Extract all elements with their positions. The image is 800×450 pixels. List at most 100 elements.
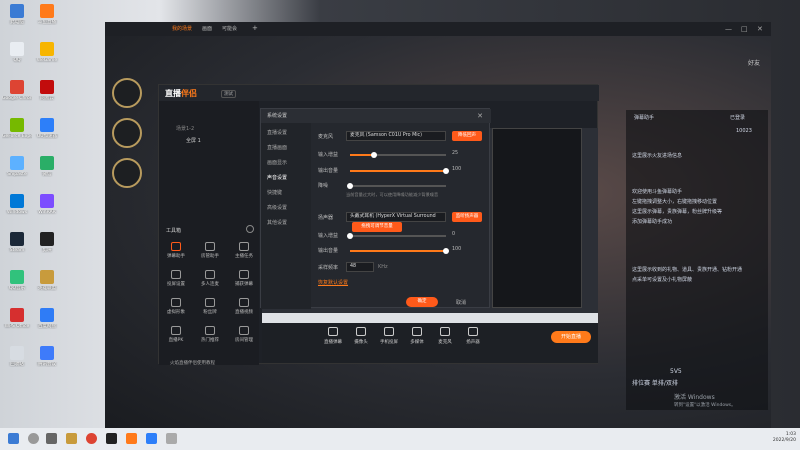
monitor-speaker-button[interactable]: 监听扬声器 <box>452 212 482 222</box>
system-clock[interactable]: 1:03 2022/9/20 <box>773 432 796 444</box>
settings-nav-item[interactable]: 声音设置 <box>267 174 287 181</box>
desktop-icon[interactable]: Google Chrome <box>2 80 32 114</box>
slider-knob[interactable] <box>443 248 449 254</box>
app-taskbar-icon[interactable] <box>106 433 117 444</box>
tool-11[interactable]: 房间管理 <box>230 326 258 350</box>
scene-item[interactable]: 全屏 1 <box>186 137 201 144</box>
tool-label: 投屏设置 <box>167 282 185 287</box>
desktop-icon[interactable]: GeForce Experience <box>2 118 32 152</box>
speaker-input-slider[interactable] <box>347 233 446 239</box>
reset-defaults-link[interactable]: 恢复默认设置 <box>318 279 348 286</box>
settings-nav-item[interactable]: 高级设置 <box>267 204 287 211</box>
tab-other[interactable]: 可能会 <box>222 25 237 32</box>
desktop-icon[interactable]: 斗鱼直播 <box>32 4 62 38</box>
lol-store-icon[interactable] <box>112 158 142 188</box>
tool-10[interactable]: 热门推荐 <box>196 326 224 350</box>
search-icon[interactable] <box>28 433 39 444</box>
desktop-icon[interactable]: Steam <box>2 232 32 266</box>
scene-item[interactable]: 场景1-2 <box>176 125 194 132</box>
online-count: 10023 <box>736 128 752 134</box>
noise-slider[interactable] <box>347 183 446 189</box>
maximize-button[interactable]: □ <box>741 25 748 33</box>
speaker-select[interactable]: 头戴式耳机 (HyperX Virtual Surround <box>346 212 446 222</box>
tool-2[interactable]: 主播任务 <box>230 242 258 266</box>
speaker-output-slider[interactable] <box>350 248 449 254</box>
sample-rate-select[interactable]: 48 <box>346 262 374 272</box>
ok-button[interactable]: 确定 <box>406 297 438 307</box>
echo-cancel-button[interactable]: 降低回声 <box>452 131 482 141</box>
tool-label: 多人连麦 <box>201 282 219 287</box>
slider-knob[interactable] <box>371 152 377 158</box>
lol-collection-icon[interactable] <box>112 118 142 148</box>
tool-5[interactable]: 捕获弹幕 <box>230 270 258 294</box>
tool-icon <box>171 242 181 251</box>
control-button-4[interactable]: 麦克风 <box>430 327 460 345</box>
desktop-icon[interactable]: WPS Office <box>2 308 32 342</box>
desktop-icon[interactable]: 微信 <box>32 156 62 190</box>
cancel-button[interactable]: 取消 <box>456 299 466 306</box>
chrome-taskbar-icon[interactable] <box>86 433 97 444</box>
settings-nav-item[interactable]: 画面显示 <box>267 159 287 166</box>
desktop-icon[interactable]: 腾讯会议 <box>32 346 62 380</box>
taskbar-app-icon[interactable] <box>166 433 177 444</box>
settings-nav-item[interactable]: 其他设置 <box>267 219 287 226</box>
tab-my-scenes[interactable]: 我的场景 <box>172 25 192 32</box>
dialog-close-icon[interactable]: ✕ <box>477 112 483 120</box>
tool-4[interactable]: 多人连麦 <box>196 270 224 294</box>
desktop-icon[interactable]: 此电脑 <box>2 4 32 38</box>
tool-8[interactable]: 直播视频 <box>230 298 258 322</box>
tool-7[interactable]: 粉丝牌 <box>196 298 224 322</box>
desktop-icon[interactable]: Snipaste <box>2 156 32 190</box>
desktop-icon[interactable]: 回收站 <box>2 346 32 380</box>
mic-select[interactable]: 麦克风 (Samson C01U Pro Mic) <box>346 131 446 141</box>
start-icon[interactable] <box>8 433 19 444</box>
douyu-taskbar-icon[interactable] <box>126 433 137 444</box>
taskbar-app-icon[interactable] <box>146 433 157 444</box>
lol-taskbar-icon[interactable] <box>66 433 77 444</box>
slider-knob[interactable] <box>347 183 353 189</box>
desktop-icon[interactable]: WeGame <box>32 42 62 76</box>
tool-icon <box>171 270 181 279</box>
tool-0[interactable]: 弹幕助手 <box>162 242 190 266</box>
desktop-icon[interactable]: 剪映 <box>32 232 62 266</box>
start-live-button[interactable]: 开始直播 <box>551 331 591 343</box>
tool-9[interactable]: 直播PK <box>162 326 190 350</box>
desktop-icon[interactable]: UU加速器 <box>32 118 62 152</box>
desktop-icon[interactable]: 网易云 <box>32 80 62 114</box>
tab-screen[interactable]: 画面 <box>202 25 212 32</box>
control-button-3[interactable]: 多媒体 <box>402 327 432 345</box>
mic-input-slider[interactable] <box>350 152 446 158</box>
settings-nav-item[interactable]: 直播画面 <box>267 144 287 151</box>
close-button[interactable]: ✕ <box>757 25 763 33</box>
desktop-icon[interactable]: 英雄联盟 <box>32 270 62 304</box>
tool-3[interactable]: 投屏设置 <box>162 270 190 294</box>
slider-knob[interactable] <box>347 233 353 239</box>
desktop-icon-label: 斗鱼直播 <box>38 20 56 25</box>
control-button-0[interactable]: 直播弹幕 <box>318 327 348 345</box>
settings-nav-item[interactable]: 直播设置 <box>267 129 287 136</box>
desktop-icon-label: 剪映 <box>42 248 52 253</box>
control-button-2[interactable]: 手机投屏 <box>374 327 404 345</box>
control-button-5[interactable]: 扬声器 <box>458 327 488 345</box>
desktop-icon-label: UU加速器 <box>36 134 58 139</box>
desktop-icon[interactable]: WinRAR <box>32 194 62 228</box>
friends-header[interactable]: 好友 <box>748 58 760 67</box>
minimize-button[interactable]: — <box>725 25 732 33</box>
version-badge[interactable]: 测试 <box>221 90 236 98</box>
desktop-icon[interactable]: QQ音乐 <box>2 270 32 304</box>
settings-nav-item[interactable]: 快捷键 <box>267 189 282 196</box>
desktop-icon[interactable]: 百度网盘 <box>32 308 62 342</box>
desktop-icon[interactable]: QQ <box>2 42 32 76</box>
toolbox-collapse-icon[interactable] <box>246 225 254 233</box>
tutorial-note[interactable]: 火焰直播伴侣使用教程 <box>170 360 215 366</box>
app-icon <box>40 80 54 94</box>
slider-knob[interactable] <box>443 168 449 174</box>
task-view-icon[interactable] <box>46 433 57 444</box>
tool-1[interactable]: 房管助手 <box>196 242 224 266</box>
tool-6[interactable]: 虚拟形象 <box>162 298 190 322</box>
lol-play-icon[interactable] <box>112 78 142 108</box>
control-button-1[interactable]: 摄像头 <box>346 327 376 345</box>
desktop-icon[interactable]: Windows <box>2 194 32 228</box>
mic-output-slider[interactable] <box>350 168 449 174</box>
add-scene-button[interactable]: + <box>252 24 258 32</box>
